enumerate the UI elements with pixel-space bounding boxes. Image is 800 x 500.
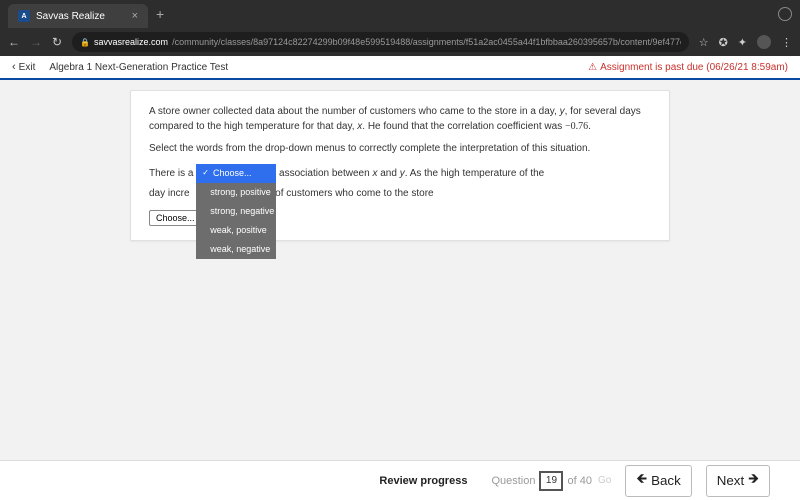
new-tab-button[interactable]: + [156,6,164,22]
question-card: A store owner collected data about the n… [130,90,670,241]
reload-icon[interactable]: ↻ [52,35,62,49]
window-control-icon[interactable] [778,7,792,21]
dropdown-option[interactable]: weak, negative [196,240,276,259]
question-indicator: Question of 40 Go [491,471,611,491]
dropdown-list: strong, positive strong, negative weak, … [196,183,276,259]
forward-icon: → [30,35,42,49]
puzzle-icon[interactable]: ✦ [738,36,747,49]
check-icon: ✓ [202,167,209,179]
exit-label: Exit [19,62,36,73]
dropdown-option[interactable]: strong, positive [196,183,276,202]
arrow-left-icon: 🡸 [636,470,647,492]
assignment-header: ‹ Exit Algebra 1 Next-Generation Practic… [0,56,800,80]
menu-icon[interactable]: ⋮ [781,36,792,49]
profile-avatar[interactable] [757,35,771,49]
go-button[interactable]: Go [598,475,611,486]
url-host: savvasrealize.com [94,37,168,47]
dropdown-2[interactable]: Choose... [149,210,202,226]
extensions-icon[interactable]: ✪ [719,36,728,49]
question-paragraph-1: A store owner collected data about the n… [149,105,651,134]
next-button[interactable]: Next 🡺 [706,465,770,497]
warning-icon: ⚠ [588,62,597,73]
exit-button[interactable]: ‹ Exit [12,61,35,73]
question-paragraph-2: Select the words from the drop-down menu… [149,142,651,157]
browser-tab-strip: A Savvas Realize × + [0,0,800,28]
due-warning: ⚠ Assignment is past due (06/26/21 8:59a… [588,62,788,73]
url-path: /community/classes/8a97124c82274299b09f4… [172,37,681,47]
back-icon[interactable]: ← [8,35,20,49]
dropdown-selected[interactable]: ✓ Choose... [196,164,276,183]
tab-favicon: A [18,10,30,22]
dropdown-option[interactable]: strong, negative [196,202,276,221]
dropdown-popup: ✓ Choose... strong, positive strong, neg… [196,164,276,259]
assignment-title: Algebra 1 Next-Generation Practice Test [49,62,228,73]
url-bar[interactable]: 🔒 savvasrealize.com/community/classes/8a… [72,32,689,52]
star-icon[interactable]: ☆ [699,36,709,49]
due-warning-text: Assignment is past due (06/26/21 8:59am) [600,62,788,73]
browser-tab[interactable]: A Savvas Realize × [8,4,148,28]
question-number-input[interactable] [539,471,563,491]
lock-icon: 🔒 [80,38,90,47]
tab-title: Savvas Realize [36,11,105,22]
sentence-row-1: There is a Choose... ✓ Choose... strong,… [149,165,651,182]
tab-close-icon[interactable]: × [132,10,138,22]
browser-toolbar: ← → ↻ 🔒 savvasrealize.com/community/clas… [0,28,800,56]
review-progress-button[interactable]: Review progress [379,475,467,487]
dropdown-option[interactable]: weak, positive [196,221,276,240]
footer-nav: Review progress Question of 40 Go 🡸 Back… [0,460,800,500]
arrow-right-icon: 🡺 [748,470,759,492]
content-area: A store owner collected data about the n… [0,80,800,251]
chevron-left-icon: ‹ [12,61,16,73]
back-button[interactable]: 🡸 Back [625,465,691,497]
